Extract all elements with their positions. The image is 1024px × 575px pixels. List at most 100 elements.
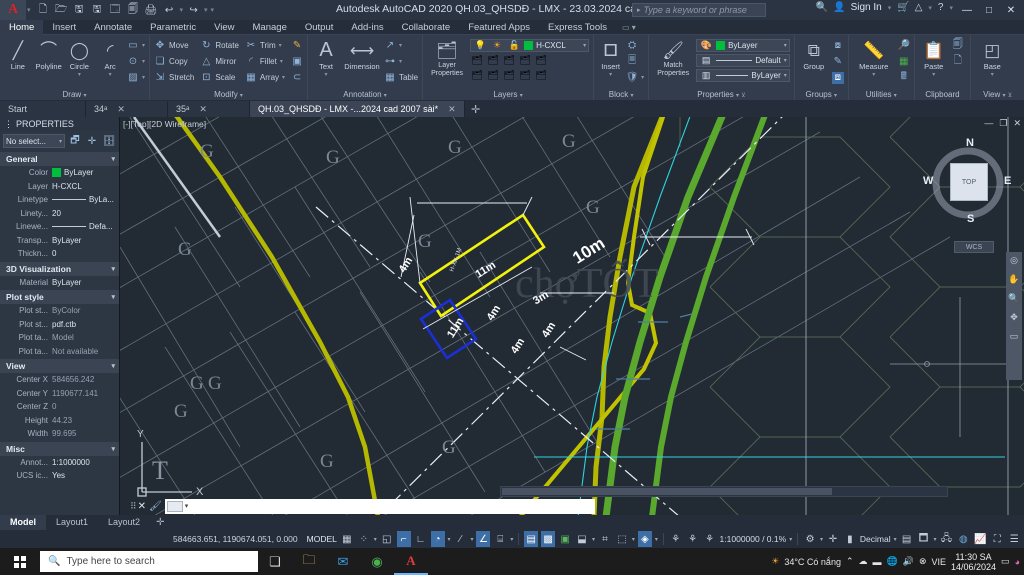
panel-layers-caret-icon[interactable]: ▾ [520,93,523,99]
onedrive-icon[interactable]: ☁ [859,556,868,567]
command-input[interactable]: ▾ [165,499,595,514]
sun-icon[interactable]: ☀ [490,39,504,52]
tool-erase[interactable]: ✎ [291,38,303,53]
grid-display-toggle[interactable]: ▦ [340,531,354,547]
tool-table[interactable]: ▦Table [384,70,418,85]
panel-properties-title[interactable]: Properties ▾ ⊻ [649,89,794,100]
annotation-scale-value[interactable]: 1:1000000 / 0.1% [720,534,787,544]
user-account-icon[interactable]: 👤 [833,2,845,13]
attribute-caret-icon[interactable]: ▾ [641,74,644,81]
tool-line[interactable]: ╱ Line [4,38,32,71]
base-caret-icon[interactable]: ▾ [991,71,994,80]
language-indicator[interactable]: VIE [931,557,946,567]
hatch-caret-icon[interactable]: ▾ [142,74,145,81]
lineweight-combo[interactable]: ▤ Default ▾ [696,54,790,67]
section-view-caret-icon[interactable]: ▾ [111,362,115,370]
snap-mode-toggle[interactable]: ⁘ [357,531,371,547]
ribbon-tab-home[interactable]: Home [0,20,43,35]
polar-tracking-toggle[interactable]: ∟ [414,531,428,547]
section-plotstyle-caret-icon[interactable]: ▾ [111,293,115,301]
maximize-button[interactable]: □ [978,2,1000,18]
file-tab-34[interactable]: 34ᵃ ✕ [86,101,168,117]
property-row-ucs-icon[interactable]: UCS ic... Yes [0,469,119,483]
tool-match-properties[interactable]: 🖌 MatchProperties [653,38,693,78]
linetype-caret-icon[interactable]: ▾ [784,72,787,79]
property-row-plotstyle-2[interactable]: Plot st... pdf.ctb [0,318,119,332]
selection-filter-caret-icon[interactable]: ▾ [632,536,635,543]
tool-trim[interactable]: ✂Trim▾ [245,38,285,53]
zoom-extents-icon[interactable]: 🔍 [1008,293,1019,304]
gizmo-toggle[interactable]: ◈ [638,531,652,547]
section-misc-caret-icon[interactable]: ▾ [111,445,115,453]
autoscale-toggle[interactable]: ⚘ [686,531,700,547]
battery-icon[interactable]: ▬ [873,557,882,567]
infocenter-search[interactable]: ▸ Type a keyword or phrase [632,3,766,17]
panel-utilities-caret-icon[interactable]: ▾ [894,93,897,99]
file-tab-qh03-close-icon[interactable]: ✕ [448,104,456,115]
ortho-mode-toggle[interactable]: ⌐ [397,531,411,547]
panel-view-title[interactable]: View ▾ ⊻ [971,89,1024,100]
section-3d-caret-icon[interactable]: ▾ [111,265,115,273]
view-cube-top-face[interactable]: TOP [950,163,988,201]
save-icon[interactable]: 🖫 [71,2,88,19]
action-center-dnd-icon[interactable]: ⊗ [919,556,927,567]
tool-polyline[interactable]: ⌒ Polyline [35,38,63,71]
panel-properties-dialog-launcher[interactable]: ⊻ [741,93,745,99]
viewport-minimize-icon[interactable]: — [984,118,993,129]
tool-stretch[interactable]: ⇲Stretch [154,70,194,85]
tool-centerline[interactable]: ⊶▾ [384,54,418,69]
chrome-icon[interactable]: ◉ [360,548,394,575]
pan-icon[interactable]: ✋ [1008,274,1019,285]
panel-block-caret-icon[interactable]: ▾ [631,93,634,99]
viewport-maximize-icon[interactable]: ❐ [999,118,1007,129]
isometric-caret-icon[interactable]: ▾ [448,536,451,543]
steering-wheel-icon[interactable]: ◎ [1010,255,1018,266]
color-combo-caret-icon[interactable]: ▾ [784,42,787,49]
infer-constraints-toggle[interactable]: ◱ [380,531,394,547]
file-tab-35[interactable]: 35ᵃ ✕ [168,101,250,117]
qat-customize-icon[interactable]: ▾ [211,6,215,14]
panel-utilities-title[interactable]: Utilities ▾ [849,89,914,100]
layer-lock-icon[interactable]: 🗂 [518,54,532,67]
property-value-color[interactable]: ByLayer [52,168,119,177]
unlock-icon[interactable]: 🔓 [507,39,521,52]
property-row-layer[interactable]: Layer H-CXCL [0,180,119,194]
insert-caret-icon[interactable]: ▾ [609,71,612,80]
graphics-performance-icon[interactable]: 🗖 [917,531,931,547]
file-tab-qh03[interactable]: QH.03_QHSDĐ - LMX -...2024 cad 2007 sài*… [250,101,465,117]
property-row-annotation-scale[interactable]: Annot... 1:1000000 [0,456,119,470]
tool-group-selection[interactable]: ⧈ [832,70,844,85]
signin-caret-icon[interactable]: ▾ [888,4,892,12]
tool-rectangle[interactable]: ▭▾ [127,38,145,53]
tool-arc[interactable]: ◜ Arc ▾ [96,38,124,80]
drawing-horizontal-scrollbar[interactable] [500,486,948,497]
tab-layout1[interactable]: Layout1 [46,515,98,530]
tool-ungroup[interactable]: ⧇ [832,38,844,53]
tool-offset[interactable]: ⊂ [291,70,303,85]
plot-preview-icon[interactable]: 🗔 [107,2,124,19]
save-as-icon[interactable]: 🖫 [89,2,106,19]
drawing-scroll-thumb[interactable] [502,488,832,495]
properties-section-general[interactable]: General ▾ [0,152,119,166]
tool-leader[interactable]: ↗▾ [384,38,418,53]
ellipse-caret-icon[interactable]: ▾ [142,58,145,65]
ribbon-tab-featured-apps[interactable]: Featured Apps [459,20,539,35]
selection-filter-toggle[interactable]: ⬚ [615,531,629,547]
property-value-linetype[interactable]: ByLa... [52,195,119,204]
panel-annotation-title[interactable]: Annotation ▾ [308,89,422,100]
new-layout-button[interactable]: ✛ [150,517,170,528]
tool-group-edit[interactable]: ✎ [832,54,844,69]
panel-clipboard-title[interactable]: Clipboard [915,89,970,100]
panel-view-caret-icon[interactable]: ▾ [1003,93,1006,99]
open-file-icon[interactable]: 🗁 [53,2,70,19]
tool-insert-block[interactable]: 🞑 Insert ▾ [598,38,623,80]
property-row-color[interactable]: Color ByLayer [0,166,119,180]
tool-copy-clip[interactable]: 🗋 [952,54,964,69]
sign-in-label[interactable]: Sign In [851,2,882,13]
panel-groups-title[interactable]: Groups ▾ [795,89,848,100]
property-row-lineweight[interactable]: Linewe... Defa... [0,220,119,234]
ucs-selector-dropdown[interactable]: WCS [954,241,994,253]
panel-modify-caret-icon[interactable]: ▾ [240,93,243,99]
array-caret-icon[interactable]: ▾ [282,74,285,81]
clean-screen-icon[interactable]: ◍ [956,531,970,547]
